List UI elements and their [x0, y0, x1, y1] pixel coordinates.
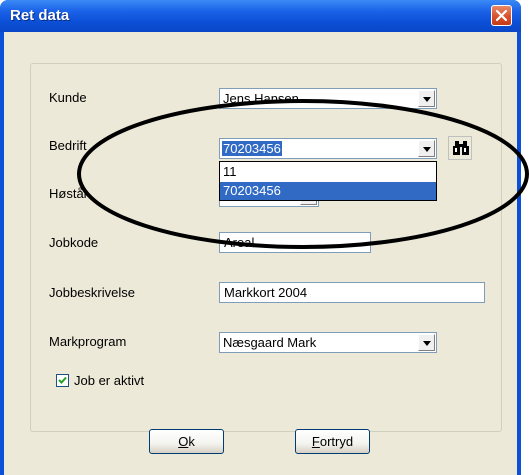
kunde-value: Jens Hansen	[223, 91, 299, 106]
checkmark-icon	[58, 376, 67, 384]
ok-label-rest: k	[188, 434, 195, 449]
window-title: Ret data	[10, 7, 70, 24]
title-bar[interactable]: Ret data	[0, 0, 521, 32]
jobbeskrivelse-field[interactable]: Markkort 2004	[219, 282, 485, 303]
cancel-button[interactable]: Fortryd	[295, 429, 370, 454]
kunde-label: Kunde	[49, 90, 87, 105]
job-active-label: Job er aktivt	[74, 373, 145, 388]
close-button[interactable]	[491, 5, 512, 26]
markprogram-value: Næsgaard Mark	[223, 335, 317, 350]
close-icon	[495, 9, 508, 22]
dropdown-option-selected[interactable]: 70203456	[220, 182, 436, 200]
markprogram-label: Markprogram	[49, 334, 127, 349]
jobkode-label: Jobkode	[49, 235, 99, 250]
jobkode-value: Areal	[224, 235, 255, 250]
jobkode-field[interactable]: Areal	[219, 232, 371, 253]
bedrift-dropdown-button[interactable]	[418, 140, 435, 157]
dropdown-option[interactable]: 11	[220, 163, 436, 181]
ok-button[interactable]: Ok	[149, 429, 224, 454]
job-active-checkbox[interactable]	[56, 374, 69, 387]
markprogram-combobox[interactable]: Næsgaard Mark	[219, 332, 437, 353]
jobbeskrivelse-value: Markkort 2004	[224, 285, 308, 300]
bedrift-label: Bedrift	[49, 138, 87, 153]
jobbeskrivelse-label: Jobbeskrivelse	[49, 285, 135, 300]
bedrift-dropdown-list: 11 70203456	[219, 161, 437, 201]
cancel-label-rest: ortryd	[319, 434, 354, 449]
hoestaar-label: Høstår	[49, 186, 88, 201]
kunde-combobox[interactable]: Jens Hansen	[219, 88, 437, 109]
bedrift-value: 70203456	[222, 141, 282, 156]
markprogram-dropdown-button[interactable]	[418, 334, 435, 351]
binoculars-icon	[453, 141, 469, 155]
cancel-mnemonic: F	[311, 434, 320, 449]
bedrift-combobox[interactable]: 70203456	[219, 138, 437, 159]
ok-mnemonic: O	[178, 434, 189, 449]
kunde-dropdown-button[interactable]	[418, 90, 435, 107]
find-bedrift-button[interactable]	[448, 136, 472, 160]
